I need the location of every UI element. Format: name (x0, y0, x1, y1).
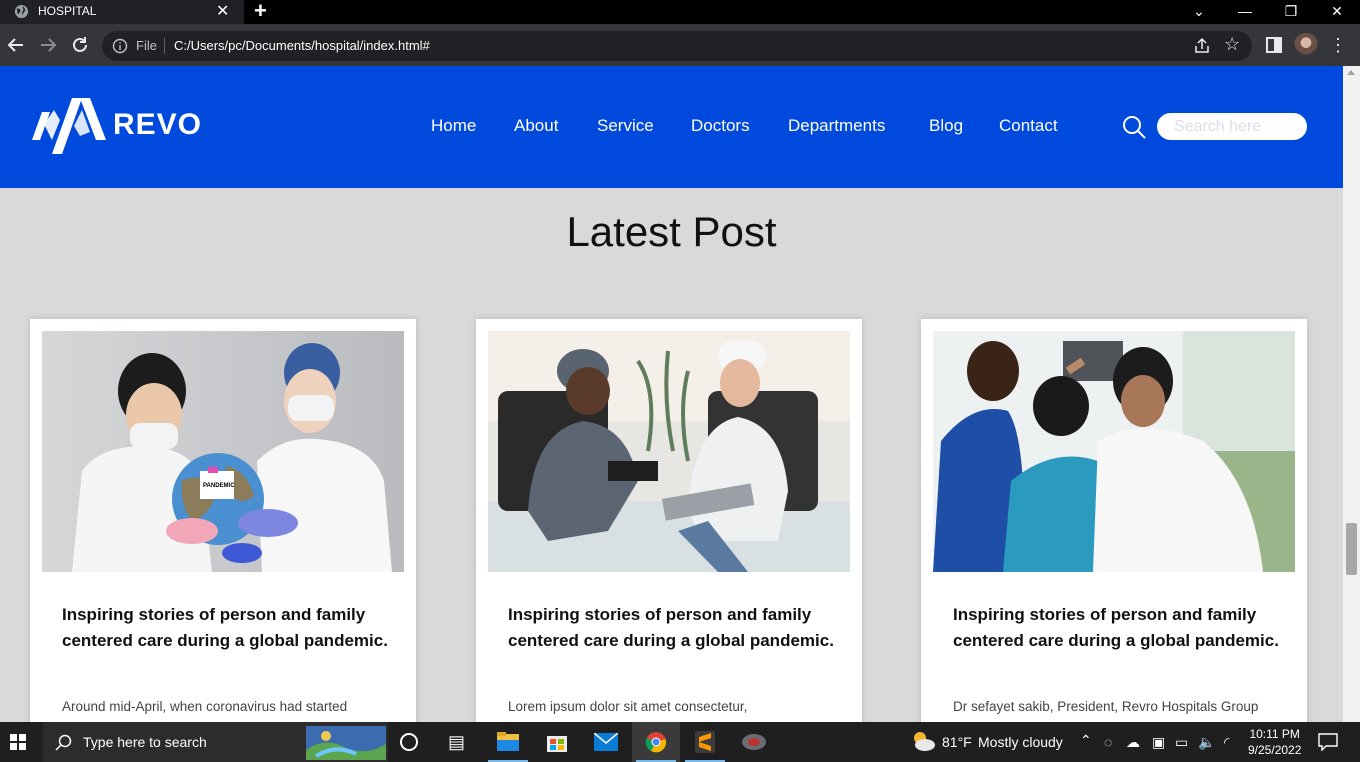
reload-icon[interactable] (68, 33, 92, 57)
mail-app[interactable] (582, 722, 630, 762)
weather-cloud-sun-icon[interactable] (910, 730, 936, 752)
post-title[interactable]: Inspiring stories of person and family c… (953, 602, 1283, 653)
file-label: File (136, 38, 157, 53)
task-view-icon[interactable] (400, 733, 418, 751)
post-image (488, 331, 850, 572)
tab-close-button[interactable]: ✕ (216, 1, 229, 21)
battery-icon[interactable]: ▭ (1175, 734, 1188, 751)
clock-date: 9/25/2022 (1248, 743, 1302, 757)
brand-name: REVO (113, 108, 203, 141)
minimize-button[interactable]: — (1222, 0, 1268, 24)
post-card[interactable]: PANDEMIC Inspiring stories of person and… (30, 319, 416, 739)
post-title[interactable]: Inspiring stories of person and family c… (62, 602, 392, 653)
page-scrollbar[interactable] (1343, 66, 1360, 722)
os-taskbar: Type here to search ▤ 81°F Mostly cloudy… (0, 722, 1360, 762)
browser-titlebar: HOSPITAL ✕ + ⌄ — ❐ ✕ (0, 0, 1360, 24)
system-clock[interactable]: 10:11 PM 9/25/2022 (1248, 726, 1301, 758)
more-menu-icon[interactable]: ⋮ (1326, 33, 1350, 57)
new-tab-button[interactable]: + (254, 0, 267, 24)
wifi-icon[interactable]: ◜ (1224, 734, 1229, 751)
clock-time: 10:11 PM (1249, 727, 1300, 741)
post-excerpt: Dr sefayet sakib, President, Revro Hospi… (953, 699, 1259, 714)
post-excerpt: Lorem ipsum dolor sit amet consectetur, (508, 699, 748, 714)
pinned-app[interactable] (730, 722, 778, 762)
url-text[interactable]: C:/Users/pc/Documents/hospital/index.htm… (174, 38, 430, 53)
browser-toolbar: File C:/Users/pc/Documents/hospital/inde… (0, 24, 1360, 66)
post-excerpt: Around mid-April, when coronavirus had s… (62, 699, 348, 714)
volume-icon[interactable]: 🔈 (1198, 734, 1215, 751)
nav-home[interactable]: Home (431, 116, 476, 136)
share-icon[interactable] (1192, 36, 1212, 56)
nav-about[interactable]: About (514, 116, 558, 136)
store-app[interactable] (533, 722, 581, 762)
meet-now-icon[interactable]: ◌ (1104, 734, 1112, 750)
weather-temperature[interactable]: 81°F (942, 734, 972, 750)
bookmark-star-icon[interactable]: ☆ (1224, 34, 1240, 55)
notifications-icon[interactable] (1318, 733, 1338, 751)
nav-service[interactable]: Service (597, 116, 654, 136)
taskbar-search-text: Type here to search (83, 734, 207, 750)
sublime-text-icon (695, 731, 715, 753)
nav-departments[interactable]: Departments (788, 116, 885, 136)
sublime-app[interactable] (681, 722, 729, 762)
nav-doctors[interactable]: Doctors (691, 116, 750, 136)
folder-icon (497, 732, 519, 751)
tab-title: HOSPITAL (38, 4, 97, 18)
search-input[interactable] (1157, 113, 1307, 140)
taskbar-search-box[interactable]: Type here to search (43, 722, 388, 762)
nav-blog[interactable]: Blog (929, 116, 963, 136)
app-icon (742, 734, 766, 750)
revo-logo-mark-icon (32, 98, 106, 154)
file-explorer-app[interactable] (484, 722, 532, 762)
weather-description[interactable]: Mostly cloudy (978, 734, 1063, 750)
nav-contact[interactable]: Contact (999, 116, 1058, 136)
restore-button[interactable]: ❐ (1268, 0, 1314, 24)
browser-tab[interactable]: HOSPITAL ✕ (0, 0, 244, 24)
taskbar-search-icon (55, 734, 72, 751)
widgets-icon[interactable]: ▤ (448, 732, 465, 753)
globe-icon (14, 4, 29, 19)
mail-icon (594, 733, 618, 751)
site-logo[interactable]: REVO (30, 96, 205, 156)
store-icon (547, 736, 567, 752)
section-title: Latest Post (566, 208, 777, 255)
onedrive-cloud-icon[interactable]: ☁ (1126, 734, 1140, 751)
pandemic-badge: PANDEMIC (203, 483, 235, 489)
chrome-app[interactable] (632, 722, 680, 762)
scrollbar-thumb[interactable] (1346, 523, 1357, 575)
profile-avatar[interactable] (1294, 33, 1318, 57)
tab-search-chevron-icon[interactable]: ⌄ (1176, 0, 1222, 24)
post-card[interactable]: Inspiring stories of person and family c… (921, 319, 1307, 739)
side-panel-icon[interactable] (1262, 33, 1286, 57)
address-bar[interactable]: File C:/Users/pc/Documents/hospital/inde… (102, 31, 1252, 61)
post-image (933, 331, 1295, 572)
tray-chevron-up-icon[interactable]: ⌃ (1080, 732, 1092, 749)
back-icon[interactable] (4, 33, 28, 57)
scroll-up-arrow-icon[interactable] (1347, 70, 1355, 75)
post-title[interactable]: Inspiring stories of person and family c… (508, 602, 838, 653)
chrome-icon (645, 732, 667, 753)
close-window-button[interactable]: ✕ (1314, 0, 1360, 24)
windows-start-icon[interactable] (10, 734, 26, 750)
forward-icon[interactable] (36, 33, 60, 57)
omnibox-separator (164, 38, 165, 54)
post-image: PANDEMIC (42, 331, 404, 572)
info-icon[interactable] (112, 38, 128, 54)
security-icon[interactable]: ▣ (1152, 734, 1165, 751)
post-card[interactable]: Inspiring stories of person and family c… (476, 319, 862, 739)
search-icon[interactable] (1120, 113, 1148, 141)
search-highlight-illustration-icon (306, 726, 386, 760)
